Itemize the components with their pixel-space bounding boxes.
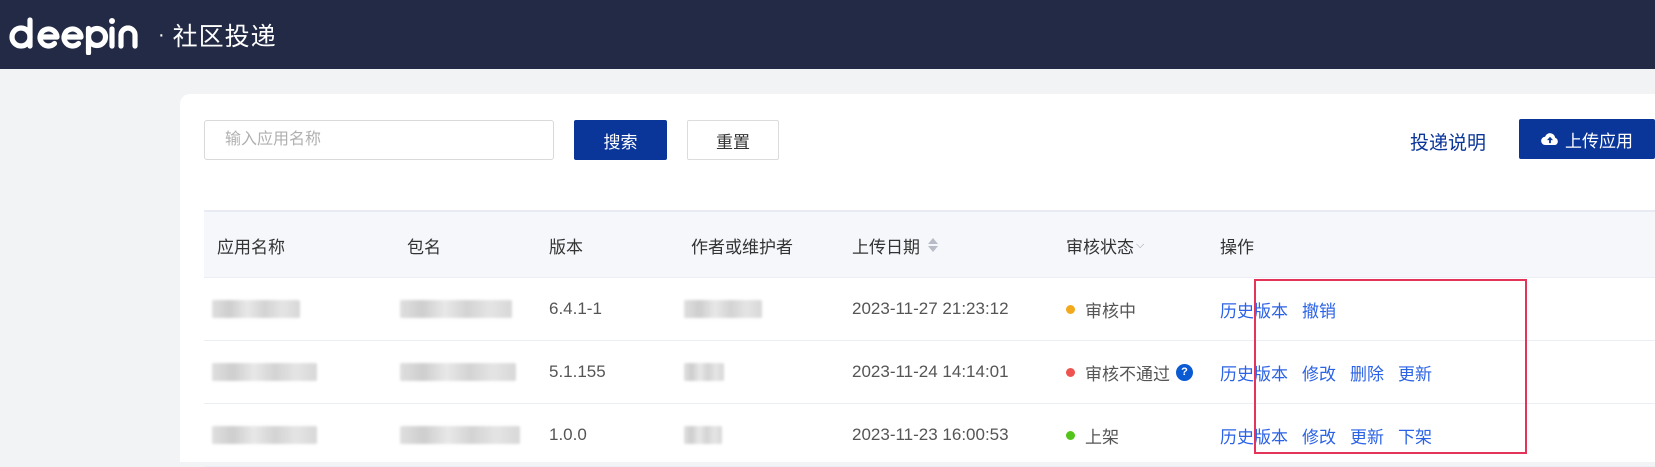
- reset-button[interactable]: 重置: [687, 120, 779, 160]
- history-versions-link[interactable]: 历史版本: [1220, 297, 1288, 322]
- help-question-icon[interactable]: ?: [1176, 363, 1193, 381]
- submission-guide-link[interactable]: 投递说明: [1410, 128, 1486, 155]
- redacted-app-name: [212, 300, 300, 318]
- search-input[interactable]: [204, 120, 554, 160]
- redacted-app-name: [212, 426, 317, 444]
- upload-date-cell: 2023-11-27 21:23:12: [852, 299, 1009, 318]
- column-header-version: 版本: [549, 237, 583, 257]
- brand-separator: ·: [158, 23, 165, 46]
- column-header-upload-date[interactable]: 上传日期: [852, 212, 938, 278]
- deepin-logo-mark: [9, 16, 138, 55]
- upload-app-button[interactable]: 上传应用: [1519, 119, 1655, 159]
- sort-icon[interactable]: [928, 238, 938, 252]
- page-title: 社区投递: [172, 22, 277, 51]
- upload-date-label: 上传日期: [852, 237, 920, 257]
- status-cell: 审核不通过 ?: [1066, 341, 1193, 403]
- redacted-package-name: [400, 426, 520, 444]
- cloud-upload-icon: [1541, 133, 1558, 146]
- redacted-author: [684, 363, 724, 381]
- main-panel: 搜索 重置 投递说明 上传应用 应用名称 包名 版本 作者或维护者 上传日期 审…: [180, 94, 1655, 467]
- upload-app-label: 上传应用: [1565, 131, 1633, 151]
- actions-cell: 历史版本 修改 更新 下架: [1220, 404, 1446, 466]
- update-link[interactable]: 更新: [1398, 360, 1432, 385]
- redacted-package-name: [400, 300, 512, 318]
- status-dot-icon: [1066, 430, 1075, 440]
- status-cell: 上架: [1066, 404, 1119, 466]
- version-cell: 6.4.1-1: [549, 299, 602, 318]
- redacted-package-name: [400, 363, 516, 381]
- edit-link[interactable]: 修改: [1302, 423, 1336, 448]
- redacted-author: [684, 300, 762, 318]
- search-button[interactable]: 搜索: [574, 120, 667, 160]
- column-header-review-status[interactable]: 审核状态 ⌵: [1066, 212, 1144, 278]
- column-header-actions: 操作: [1220, 237, 1254, 257]
- redacted-app-name: [212, 363, 317, 381]
- update-link[interactable]: 更新: [1350, 423, 1384, 448]
- actions-cell: 历史版本 修改 删除 更新: [1220, 341, 1446, 403]
- upload-date-cell: 2023-11-23 16:00:53: [852, 425, 1009, 444]
- table-row: 5.1.155 2023-11-24 14:14:01 审核不通过 ? 历史版本…: [204, 341, 1655, 404]
- delete-link[interactable]: 删除: [1350, 360, 1384, 385]
- status-text: 上架: [1085, 427, 1119, 447]
- app-table: 应用名称 包名 版本 作者或维护者 上传日期 审核状态 ⌵ 操作 6.4.1-1…: [204, 210, 1655, 467]
- upload-date-cell: 2023-11-24 14:14:01: [852, 362, 1009, 381]
- withdraw-link[interactable]: 撤销: [1302, 297, 1336, 322]
- redacted-author: [684, 426, 722, 444]
- review-status-label: 审核状态: [1066, 237, 1134, 257]
- column-header-app-name: 应用名称: [217, 237, 285, 257]
- table-header: 应用名称 包名 版本 作者或维护者 上传日期 审核状态 ⌵ 操作: [204, 210, 1655, 278]
- chevron-down-icon[interactable]: ⌵: [1136, 239, 1144, 252]
- top-navbar: · 社区投递: [0, 0, 1655, 69]
- status-text: 审核不通过: [1085, 364, 1170, 384]
- status-cell: 审核中: [1066, 278, 1136, 340]
- deepin-logo[interactable]: [8, 12, 146, 58]
- history-versions-link[interactable]: 历史版本: [1220, 360, 1288, 385]
- version-cell: 5.1.155: [549, 362, 606, 381]
- column-header-package: 包名: [407, 237, 441, 257]
- table-row: 6.4.1-1 2023-11-27 21:23:12 审核中 历史版本 撤销: [204, 278, 1655, 341]
- unpublish-link[interactable]: 下架: [1398, 423, 1432, 448]
- reset-button-label: 重置: [716, 132, 750, 152]
- history-versions-link[interactable]: 历史版本: [1220, 423, 1288, 448]
- search-button-label: 搜索: [603, 132, 638, 152]
- status-dot-icon: [1066, 304, 1075, 314]
- column-header-author: 作者或维护者: [691, 237, 793, 257]
- version-cell: 1.0.0: [549, 425, 587, 444]
- edit-link[interactable]: 修改: [1302, 360, 1336, 385]
- table-row: 1.0.0 2023-11-23 16:00:53 上架 历史版本 修改 更新 …: [204, 404, 1655, 467]
- status-dot-icon: [1066, 367, 1075, 377]
- status-text: 审核中: [1085, 301, 1136, 321]
- actions-cell: 历史版本 撤销: [1220, 278, 1350, 340]
